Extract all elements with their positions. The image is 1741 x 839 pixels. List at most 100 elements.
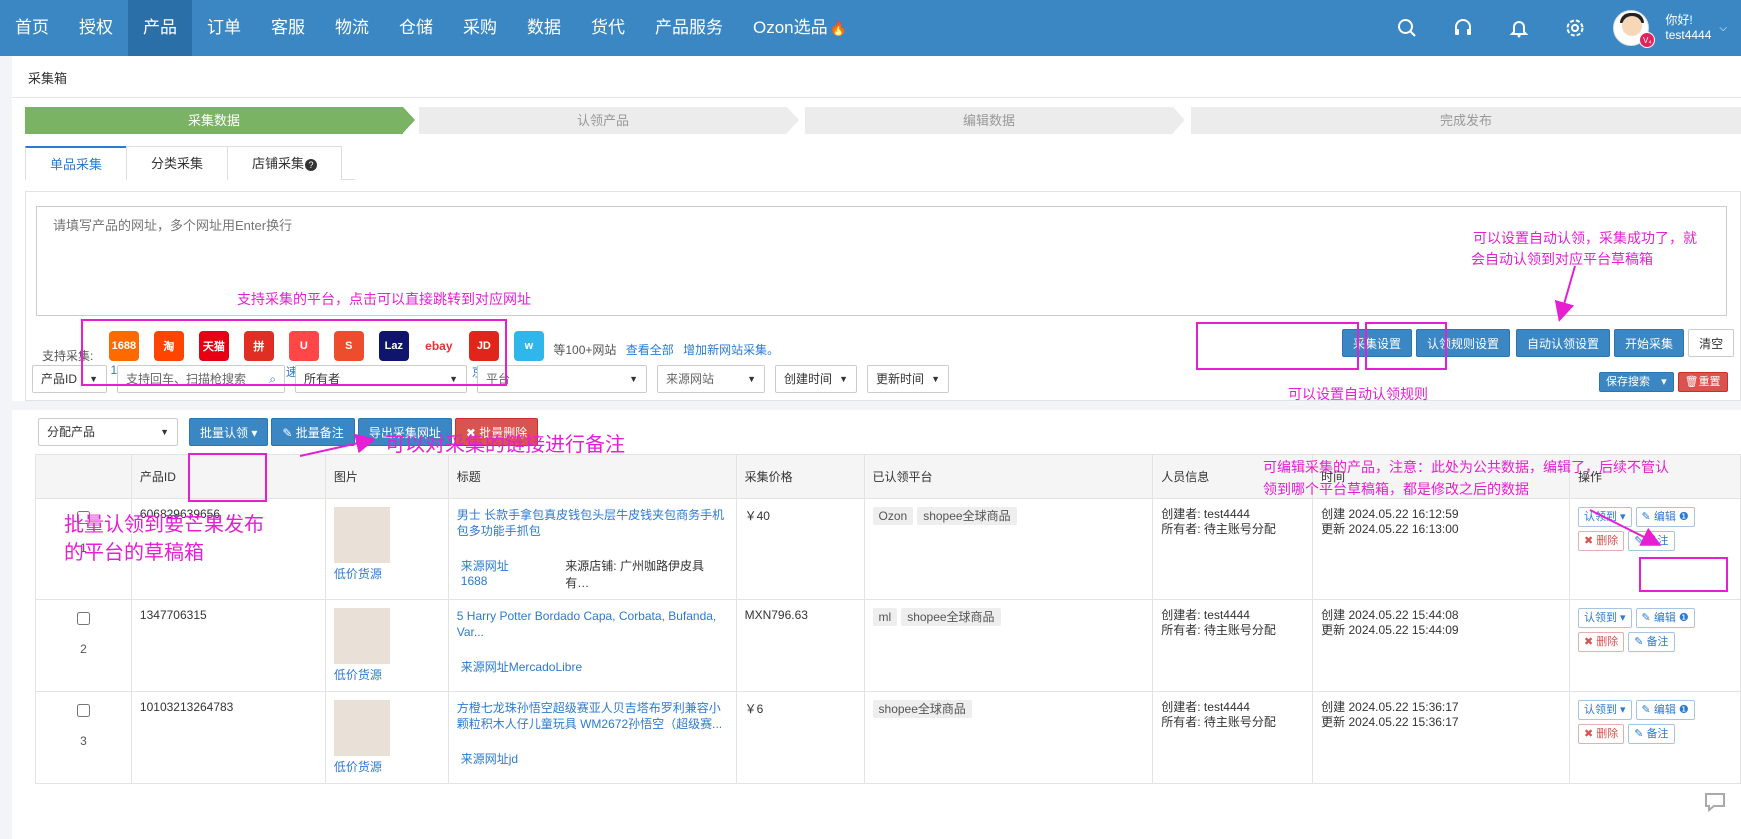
row-checkbox[interactable] — [76, 612, 90, 625]
section-divider — [12, 401, 1741, 410]
vip-badge: V₄ — [1639, 32, 1656, 48]
product-id-cell: 1347706315 — [130, 599, 326, 692]
reset-label: 重置 — [1698, 376, 1721, 388]
delete-button[interactable]: ✖ 删除 — [1577, 632, 1625, 652]
nav-data[interactable]: 数据 — [512, 0, 576, 56]
platform-tag: shopee全球商品 — [872, 700, 972, 718]
nav-forwarder[interactable]: 货代 — [576, 0, 640, 56]
low-price-source-link[interactable]: 低价货源 — [334, 758, 440, 775]
annotation-edit-line2: 领到哪个平台草稿箱，都是修改之后的数据 — [1263, 481, 1529, 497]
source-link[interactable]: 来源网址MercadoLibre — [457, 658, 582, 675]
claim-to-button[interactable]: 认领到 ▾ — [1577, 507, 1632, 527]
note-button[interactable]: ✎ 备注 — [1628, 531, 1675, 551]
tab-single[interactable]: 单品采集 — [25, 146, 128, 180]
edit-button[interactable]: ✎ 编辑 ❶ — [1635, 700, 1695, 720]
claim-to-button[interactable]: 认领到 ▾ — [1577, 608, 1632, 628]
tab-category[interactable]: 分类采集 — [126, 146, 229, 180]
low-price-source-link[interactable]: 低价货源 — [334, 666, 440, 683]
nav-service[interactable]: 客服 — [256, 0, 320, 56]
source-link[interactable]: 来源网址1688 — [457, 557, 536, 591]
annotation-batch-claim-line2: 的平台的草稿箱 — [64, 542, 204, 564]
product-thumbnail[interactable] — [333, 608, 390, 664]
image-cell: 低价货源 — [324, 599, 449, 692]
time-cell: 创建 2024.05.22 16:12:59 更新 2024.05.22 16:… — [1312, 498, 1570, 600]
nav-ozon-selection[interactable]: Ozon选品 🔥 — [738, 0, 862, 56]
nav-right: V₄ 你好! test4444 ⌵ — [1379, 0, 1741, 56]
edit-button[interactable]: ✎ 编辑 ❶ — [1635, 608, 1695, 628]
user-info: 你好! test4444 — [1665, 13, 1711, 43]
claimed-platforms-cell: Ozon shopee全球商品 — [863, 498, 1154, 600]
assign-select[interactable]: 分配产品 ▼ — [38, 418, 178, 446]
annotation-auto-claim-line2: 会自动认领到对应平台草稿箱 — [1471, 251, 1653, 267]
people-cell: 创建者: test4444 所有者: 待主账号分配 — [1152, 691, 1314, 784]
claim-to-button[interactable]: 认领到 ▾ — [1577, 700, 1632, 720]
view-all-link[interactable]: 查看全部 — [626, 343, 674, 357]
top-nav: 首页 授权 产品 订单 客服 物流 仓储 采购 数据 货代 产品服务 Ozon选… — [0, 0, 1741, 56]
product-thumbnail[interactable] — [333, 507, 390, 563]
fire-icon: 🔥 — [829, 20, 848, 36]
tab-store[interactable]: 店铺采集? — [227, 146, 343, 180]
annotation-batch-claim-line1: 批量认领到要芒果发布 — [64, 514, 264, 536]
close-icon: ✖ — [1583, 636, 1594, 648]
step-publish: 完成发布 — [1191, 107, 1741, 134]
product-thumbnail[interactable] — [333, 700, 390, 756]
annotation-box-claim-rules — [1196, 322, 1359, 370]
product-title-link[interactable]: 方橙七龙珠孙悟空超级赛亚人贝吉塔布罗利兼容小颗粒积木人仔儿童玩具 WM2672孙… — [457, 700, 728, 732]
row-actions: 认领到 ▾ ✎ 编辑 ❶ ✖ 删除 ✎ 备注 — [1577, 608, 1714, 652]
nav-purchase[interactable]: 采购 — [448, 0, 512, 56]
user-menu[interactable]: V₄ 你好! test4444 ⌵ — [1603, 10, 1741, 48]
created-time-select[interactable]: 创建时间 ▼ — [775, 365, 857, 393]
nav-warehouse[interactable]: 仓储 — [384, 0, 448, 56]
headset-icon[interactable] — [1435, 0, 1491, 56]
nav-products[interactable]: 产品 — [128, 0, 192, 56]
created-time: 创建 2024.05.22 15:44:08 — [1321, 608, 1459, 622]
nav-product-service[interactable]: 产品服务 — [640, 0, 738, 56]
nav-home[interactable]: 首页 — [0, 0, 64, 56]
nav-logistics[interactable]: 物流 — [320, 0, 384, 56]
updated-time-label: 更新时间 — [876, 372, 925, 386]
source-link[interactable]: 来源网址jd — [457, 750, 518, 767]
reset-button[interactable]: 🗑重置 — [1677, 372, 1728, 392]
edit-icon: ✎ — [1641, 511, 1651, 523]
note-button[interactable]: ✎ 备注 — [1628, 632, 1675, 652]
batch-note-button[interactable]: ✎ 批量备注 — [271, 418, 355, 446]
save-search-button[interactable]: 保存搜索 ▾ — [1599, 372, 1674, 392]
caret-down-icon: ▼ — [931, 374, 940, 384]
edit-icon: ✎ — [1634, 636, 1644, 648]
nav-orders[interactable]: 订单 — [192, 0, 256, 56]
add-site-link[interactable]: 增加新网站采集。 — [683, 343, 779, 357]
delete-button[interactable]: ✖ 删除 — [1577, 724, 1625, 744]
edit-label: 编辑 — [1653, 704, 1676, 716]
product-title-link[interactable]: 男士 长款手拿包真皮钱包头层牛皮钱夹包商务手机包多功能手抓包 — [457, 507, 728, 539]
batch-claim-label: 批量认领 — [200, 426, 249, 440]
source-site-select[interactable]: 来源网站 ▼ — [657, 365, 765, 393]
search-icon[interactable] — [1379, 0, 1435, 56]
batch-note-label: 批量备注 — [295, 426, 344, 440]
caret-down-icon: ▾ — [1661, 376, 1667, 388]
save-search-group: 保存搜索 ▾ 🗑重置 — [1599, 372, 1728, 392]
gear-icon[interactable] — [1547, 0, 1603, 56]
annotation-claim-rules: 可以设置自动认领规则 — [1288, 386, 1428, 402]
batch-claim-button[interactable]: 批量认领 ▾ — [189, 418, 269, 446]
auto-claim-button[interactable]: 自动认领设置 — [1516, 329, 1611, 357]
bell-icon[interactable] — [1491, 0, 1547, 56]
edit-button[interactable]: ✎ 编辑 ❶ — [1635, 507, 1695, 527]
chevron-down-icon: ⌵ — [1719, 22, 1727, 34]
low-price-source-link[interactable]: 低价货源 — [334, 565, 440, 582]
delete-button[interactable]: ✖ 删除 — [1577, 531, 1625, 551]
close-icon: ✖ — [1583, 535, 1594, 547]
step-collect: 采集数据 — [25, 107, 403, 134]
start-collect-button[interactable]: 开始采集 — [1614, 329, 1685, 357]
clear-button[interactable]: 清空 — [1688, 329, 1735, 357]
nav-auth[interactable]: 授权 — [64, 0, 128, 56]
platform-tag: shopee全球商品 — [917, 507, 1017, 525]
step-arrow — [403, 107, 415, 133]
price-cell: MXN796.63 — [735, 599, 865, 692]
updated-time-select[interactable]: 更新时间 ▼ — [867, 365, 949, 393]
product-title-link[interactable]: 5 Harry Potter Bordado Capa, Corbata, Bu… — [457, 608, 728, 640]
annotation-batch-claim: 批量认领到要芒果发布 的平台的草稿箱 — [64, 511, 264, 567]
note-button[interactable]: ✎ 备注 — [1628, 724, 1675, 744]
chat-icon[interactable] — [1702, 788, 1730, 816]
platform-tag: shopee全球商品 — [901, 608, 1001, 626]
row-checkbox[interactable] — [76, 704, 90, 717]
